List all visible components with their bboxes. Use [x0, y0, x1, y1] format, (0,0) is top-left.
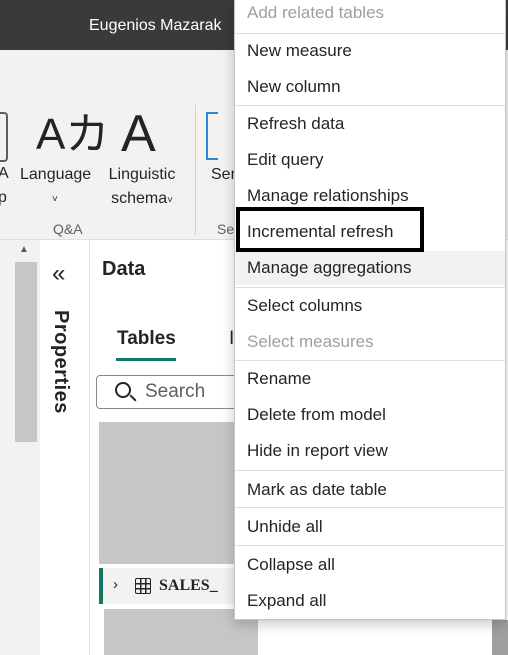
- table-row[interactable]: › SALES_: [99, 568, 234, 604]
- ribbon-divider: [195, 105, 196, 235]
- redacted-area: [99, 422, 234, 564]
- linguistic-label-line1: Linguistic: [108, 166, 176, 183]
- linguistic-schema-button[interactable]: Linguistic: [104, 163, 180, 186]
- context-menu: Add related tables New measure New colum…: [234, 0, 506, 620]
- partial-series-icon: [206, 112, 218, 160]
- search-box[interactable]: [96, 375, 246, 409]
- search-icon: [115, 382, 131, 398]
- menu-separator: [235, 507, 505, 508]
- menu-item-incremental-refresh[interactable]: Incremental refresh: [235, 215, 505, 249]
- menu-separator: [235, 360, 505, 361]
- menu-separator: [235, 287, 505, 288]
- linguistic-chevron-down-icon: ˅: [167, 195, 173, 206]
- menu-separator: [235, 545, 505, 546]
- partial-button-label-p[interactable]: p: [0, 186, 7, 209]
- selected-row-indicator: [99, 568, 103, 604]
- menu-item-select-columns[interactable]: Select columns: [235, 289, 505, 323]
- user-name[interactable]: Eugenios Mazarak: [89, 17, 222, 35]
- chevron-right-icon[interactable]: ›: [113, 576, 118, 593]
- partial-button-icon: [0, 112, 8, 162]
- menu-item-unhide-all[interactable]: Unhide all: [235, 510, 505, 544]
- language-icon: Aカ: [36, 110, 110, 159]
- menu-item-new-column[interactable]: New column: [235, 70, 505, 104]
- menu-item-add-related-tables: Add related tables: [247, 3, 385, 22]
- partial-series-button[interactable]: Ser: [211, 163, 236, 186]
- menu-item-select-measures: Select measures: [247, 332, 374, 351]
- linguistic-schema-icon: A: [121, 105, 156, 163]
- collapse-properties-icon[interactable]: «: [52, 262, 65, 286]
- menu-item-manage-aggregations[interactable]: Manage aggregations: [235, 251, 505, 285]
- active-tab-indicator: [116, 358, 176, 361]
- menu-item-manage-relationships[interactable]: Manage relationships: [235, 179, 505, 213]
- data-pane-title: Data: [102, 258, 146, 280]
- table-icon: [135, 578, 151, 594]
- menu-item-edit-query[interactable]: Edit query: [235, 143, 505, 177]
- qa-group-label: Q&A: [53, 221, 83, 237]
- menu-item-expand-all[interactable]: Expand all: [235, 584, 505, 618]
- linguistic-schema-button-line2[interactable]: schema˅: [104, 187, 180, 212]
- linguistic-label-line2: schema: [111, 190, 168, 207]
- menu-item-mark-as-date-table[interactable]: Mark as date table: [235, 473, 505, 507]
- menu-separator: [235, 105, 505, 106]
- menu-item-rename[interactable]: Rename: [235, 362, 505, 396]
- language-button[interactable]: Language: [20, 163, 91, 186]
- menu-item-hide-in-report-view[interactable]: Hide in report view: [235, 434, 505, 468]
- menu-item-new-measure[interactable]: New measure: [235, 34, 505, 68]
- language-chevron-down-icon[interactable]: ˅: [52, 188, 58, 211]
- partial-button-label-a[interactable]: A: [0, 162, 9, 185]
- properties-pane-label[interactable]: Properties: [49, 310, 72, 414]
- right-scrollbar-thumb[interactable]: [492, 620, 508, 655]
- tab-tables[interactable]: Tables: [117, 328, 176, 350]
- menu-item-refresh-data[interactable]: Refresh data: [235, 107, 505, 141]
- scroll-up-arrow-icon[interactable]: ▲: [16, 244, 32, 258]
- scrollbar-thumb[interactable]: [15, 262, 37, 442]
- menu-item-collapse-all[interactable]: Collapse all: [235, 548, 505, 582]
- menu-separator: [235, 470, 505, 471]
- language-label: Language: [20, 166, 92, 183]
- menu-item-delete-from-model[interactable]: Delete from model: [235, 398, 505, 432]
- search-input[interactable]: [145, 379, 245, 405]
- partial-group-label: Se: [217, 221, 235, 237]
- properties-pane: [40, 240, 90, 655]
- table-name: SALES_: [159, 577, 218, 594]
